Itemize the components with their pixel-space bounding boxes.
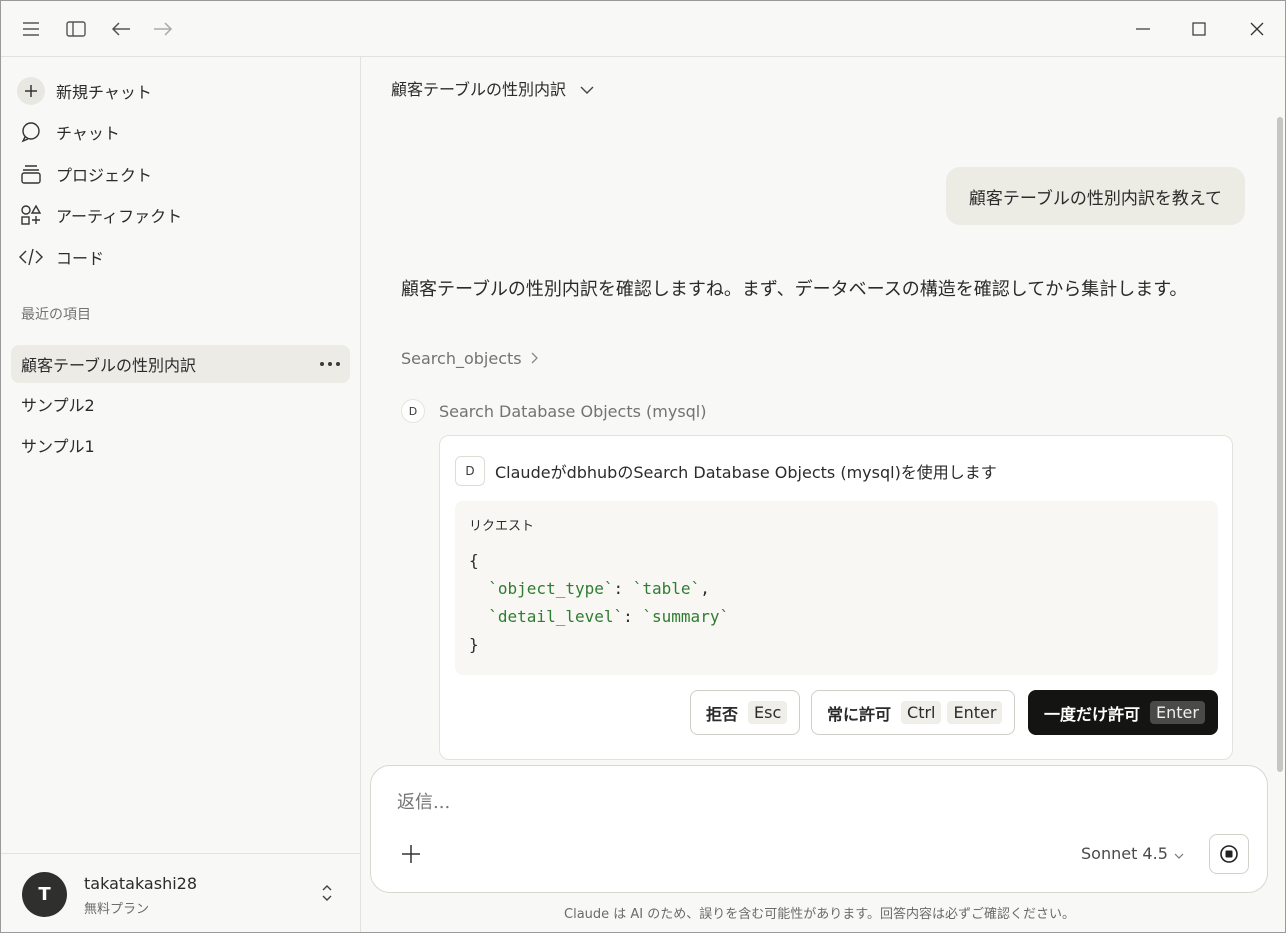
title-bar [1,1,1285,57]
main-panel: 顧客テーブルの性別内訳 顧客テーブルの性別内訳を教えて 顧客テーブルの性別内訳を… [362,57,1285,932]
deny-button[interactable]: 拒否 Esc [690,690,801,735]
username: takatakashi28 [84,874,198,893]
recent-chat-label: サンプル2 [21,396,95,415]
tool-status-label: Search Database Objects (mysql) [439,401,707,421]
dbhub-badge: D [455,456,485,486]
permission-card: D ClaudeがdbhubのSearch Database Objects (… [439,435,1233,760]
user-message: 顧客テーブルの性別内訳を教えて [946,167,1245,225]
sidebar-item-label: コード [56,249,105,268]
plan-label: 無料プラン [84,902,150,917]
tool-call-label: Search_objects [401,349,522,368]
tool-call-link[interactable]: Search_objects [401,349,538,368]
sidebar-item-label: プロジェクト [56,166,153,185]
stop-button[interactable] [1209,834,1249,874]
page-title: 顧客テーブルの性別内訳 [391,80,567,99]
avatar: T [22,872,67,917]
ctrl-key-hint: Ctrl [901,701,942,724]
recent-chat-label: サンプル1 [21,437,95,456]
request-label: リクエスト [469,519,535,534]
sidebar: 新規チャット チャット プロジェクト アーティファクト コード 最近の項目 顧客… [1,57,361,932]
request-code: { `object_type`: `table`, `detail_level`… [469,551,730,654]
stop-icon [1220,845,1238,863]
plus-icon [17,77,45,105]
deny-label: 拒否 [706,704,739,724]
chevron-down-icon [580,79,594,98]
esc-key-hint: Esc [748,701,788,724]
sidebar-item-label: チャット [56,124,120,143]
user-menu[interactable]: T takatakashi28 無料プラン [1,853,360,932]
enter-key-hint: Enter [1150,701,1205,724]
shapes-icon [15,199,47,231]
recent-chat-item[interactable]: 顧客テーブルの性別内訳 [11,345,350,383]
sidebar-toggle-icon[interactable] [62,15,90,43]
new-chat-button[interactable]: 新規チャット [15,72,345,110]
tool-status-row: D Search Database Objects (mysql) [401,399,707,423]
model-selector[interactable]: Sonnet 4.5 [1081,844,1184,863]
sidebar-item-label: アーティファクト [56,207,183,226]
disclaimer-text: Claude は AI のため、誤りを含む可能性があります。回答内容は必ずご確認… [564,907,1075,922]
sidebar-item-projects[interactable]: プロジェクト [15,155,345,193]
add-attachment-icon[interactable] [401,844,421,868]
code-brackets-icon [15,241,47,273]
maximize-icon[interactable] [1185,15,1213,43]
app-window: 新規チャット チャット プロジェクト アーティファクト コード 最近の項目 顧客… [0,0,1286,933]
permission-heading: ClaudeがdbhubのSearch Database Objects (my… [495,463,997,482]
enter-key-hint: Enter [947,701,1003,724]
chevron-up-down-icon[interactable] [321,884,333,906]
recent-section-label: 最近の項目 [21,307,91,323]
chat-bubble-icon [15,116,47,148]
request-box: リクエスト { `object_type`: `table`, `detail_… [455,501,1218,675]
close-icon[interactable] [1243,15,1271,43]
chevron-down-icon [1174,844,1184,863]
recent-chat-label: 顧客テーブルの性別内訳 [21,356,197,375]
always-allow-label: 常に許可 [827,704,892,724]
always-allow-button[interactable]: 常に許可 Ctrl Enter [811,690,1016,735]
sidebar-item-code[interactable]: コード [15,238,345,276]
dbhub-badge: D [401,399,425,423]
conversation-title[interactable]: 顧客テーブルの性別内訳 [391,76,594,100]
new-chat-label: 新規チャット [56,83,152,102]
recent-chat-item[interactable]: サンプル2 [11,385,350,423]
model-name: Sonnet 4.5 [1081,844,1168,863]
permission-heading-row: D ClaudeがdbhubのSearch Database Objects (… [455,456,997,486]
forward-arrow-icon[interactable] [149,15,177,43]
more-options-icon[interactable] [320,354,340,374]
folder-stack-icon [15,158,47,190]
sidebar-item-artifacts[interactable]: アーティファクト [15,196,345,234]
reply-input[interactable] [397,792,997,813]
recent-chat-item[interactable]: サンプル1 [11,426,350,464]
sidebar-item-chats[interactable]: チャット [15,113,345,151]
assistant-message: 顧客テーブルの性別内訳を確認しますね。まず、データベースの構造を確認してから集計… [401,279,1188,300]
allow-once-label: 一度だけ許可 [1044,704,1141,724]
menu-icon[interactable] [17,15,45,43]
chevron-right-icon [531,349,538,368]
message-composer: Sonnet 4.5 [370,765,1268,893]
scrollbar[interactable] [1277,117,1283,772]
minimize-icon[interactable] [1129,15,1157,43]
allow-once-button[interactable]: 一度だけ許可 Enter [1028,690,1218,735]
back-arrow-icon[interactable] [107,15,135,43]
